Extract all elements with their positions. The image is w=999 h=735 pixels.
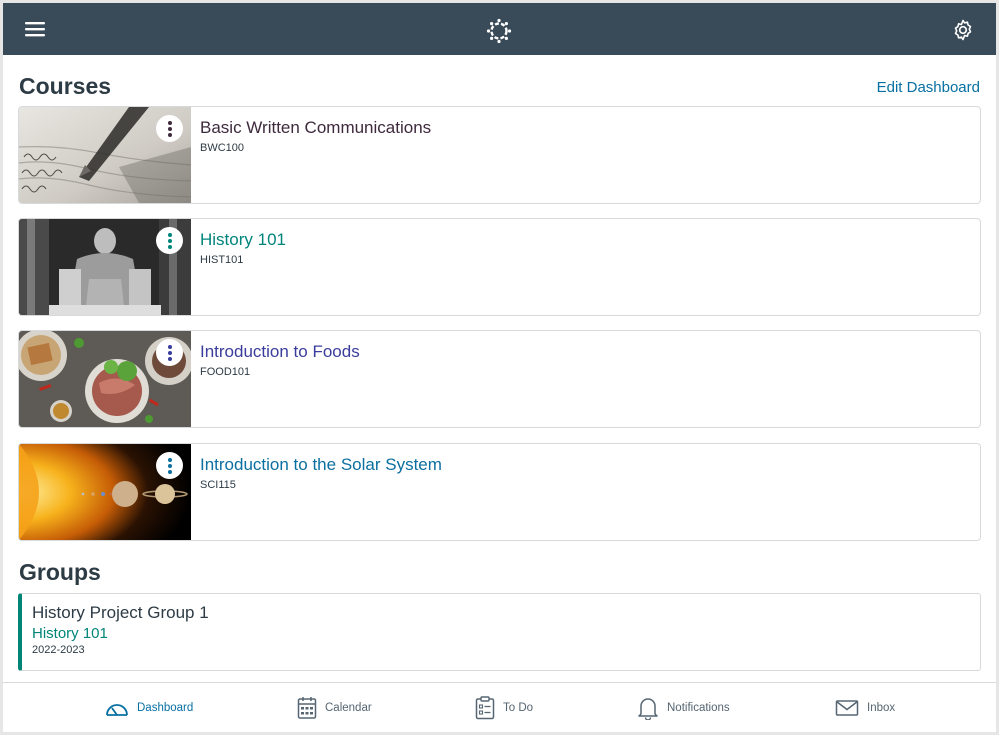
course-code: BWC100 bbox=[200, 142, 245, 154]
course-card-introduction-to-foods[interactable]: Introduction to Foods FOOD101 bbox=[18, 330, 981, 428]
canvas-logo-icon bbox=[486, 18, 512, 44]
tab-label: Notifications bbox=[667, 702, 730, 714]
tab-to-do[interactable]: To Do bbox=[475, 683, 533, 732]
bell-icon bbox=[638, 698, 658, 720]
course-name: Introduction to Foods bbox=[200, 342, 360, 361]
calendar-icon bbox=[297, 697, 317, 719]
group-card-history-project-group-1[interactable]: History Project Group 1 History 101 2022… bbox=[18, 593, 981, 671]
envelope-icon bbox=[835, 700, 859, 716]
group-name: History Project Group 1 bbox=[32, 603, 209, 622]
course-name: Introduction to the Solar System bbox=[200, 455, 442, 474]
course-code: HIST101 bbox=[200, 254, 244, 266]
course-options-kebab-icon[interactable] bbox=[156, 227, 183, 254]
hamburger-menu-icon[interactable] bbox=[23, 18, 47, 40]
courses-heading: Courses bbox=[19, 73, 112, 99]
course-options-kebab-icon[interactable] bbox=[156, 115, 183, 142]
tab-dashboard[interactable]: Dashboard bbox=[105, 683, 193, 732]
groups-heading: Groups bbox=[19, 559, 101, 585]
course-card-basic-written-communications[interactable]: Basic Written Communications BWC100 bbox=[18, 106, 981, 204]
settings-gear-icon[interactable] bbox=[951, 18, 975, 42]
course-card-history-101[interactable]: History 101 HIST101 bbox=[18, 218, 981, 316]
tab-inbox[interactable]: Inbox bbox=[835, 683, 895, 732]
app-frame: Courses Edit Dashboard Basic Written Com… bbox=[3, 3, 996, 732]
course-code: FOOD101 bbox=[200, 366, 251, 378]
course-options-kebab-icon[interactable] bbox=[156, 452, 183, 479]
bottom-tab-bar: Dashboard Calendar To Do Notifications I… bbox=[3, 682, 996, 732]
group-term: 2022-2023 bbox=[32, 644, 85, 656]
course-card-introduction-to-the-solar-system[interactable]: Introduction to the Solar System SCI115 bbox=[18, 443, 981, 541]
tab-label: Dashboard bbox=[137, 702, 194, 714]
course-name: History 101 bbox=[200, 230, 286, 249]
tab-label: Inbox bbox=[867, 702, 896, 714]
tab-calendar[interactable]: Calendar bbox=[297, 683, 372, 732]
tab-notifications[interactable]: Notifications bbox=[637, 683, 730, 732]
course-code: SCI115 bbox=[200, 479, 236, 491]
dashboard-icon bbox=[106, 704, 128, 716]
tab-label: Calendar bbox=[325, 702, 372, 714]
group-course-name: History 101 bbox=[32, 625, 108, 642]
tab-label: To Do bbox=[503, 702, 534, 714]
todo-icon bbox=[475, 696, 495, 720]
course-options-kebab-icon[interactable] bbox=[156, 339, 183, 366]
course-name: Basic Written Communications bbox=[200, 118, 432, 137]
edit-dashboard-link[interactable]: Edit Dashboard bbox=[877, 79, 980, 96]
top-navigation-bar bbox=[3, 3, 996, 55]
